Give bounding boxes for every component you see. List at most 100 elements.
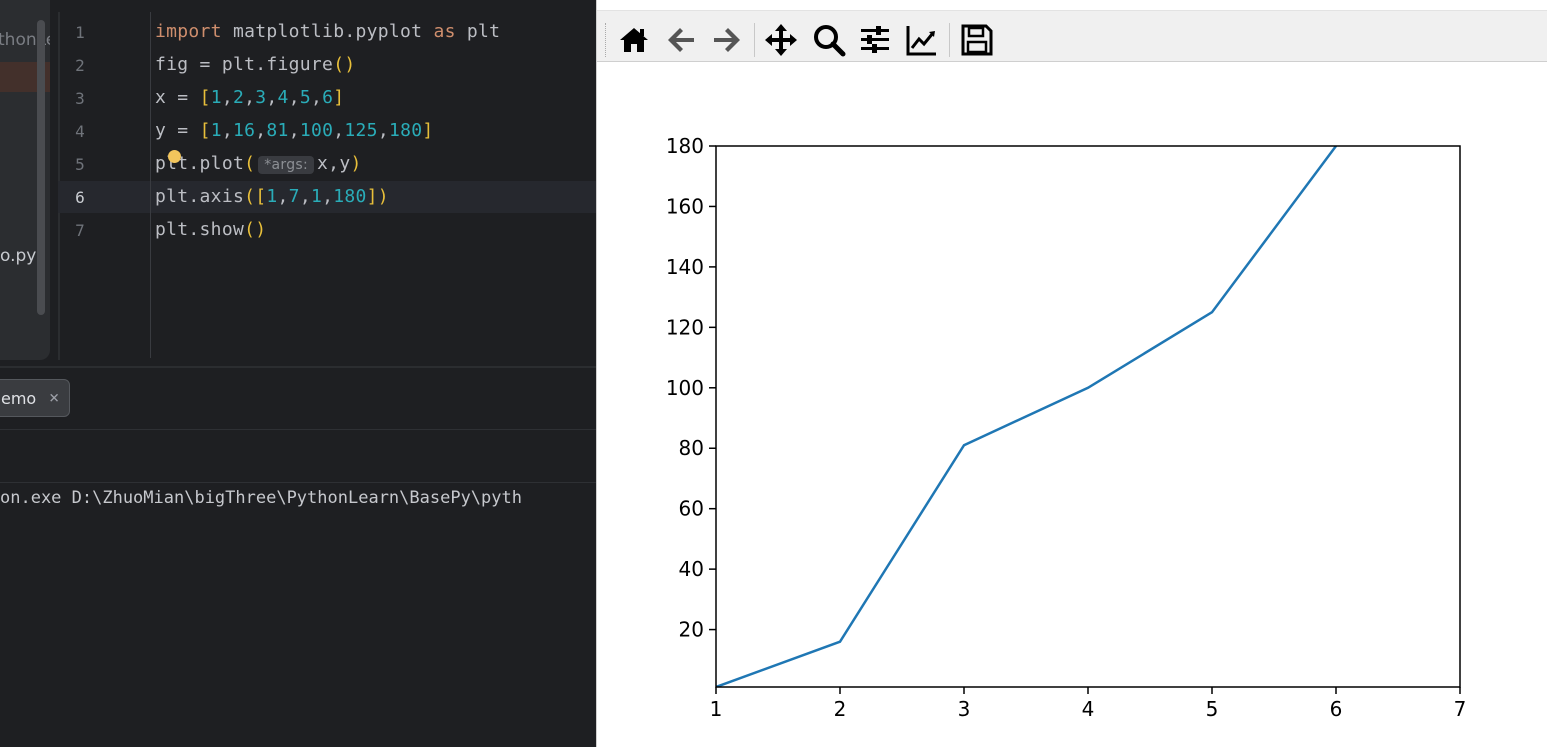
run-panel-divider — [0, 366, 596, 368]
code-token: , — [277, 186, 289, 207]
code-line[interactable]: import matplotlib.pyplot as plt — [155, 21, 500, 42]
line-number[interactable]: 5 — [60, 155, 100, 174]
code-line[interactable]: x = [1,2,3,4,5,6] — [155, 87, 344, 108]
zoom-icon[interactable] — [812, 23, 846, 57]
code-token: plt.axis — [155, 186, 245, 207]
code-token: 5 — [299, 87, 311, 108]
parameter-hint: *args: — [258, 156, 315, 174]
x-tick-label: 5 — [1206, 697, 1219, 721]
y-tick-label: 160 — [666, 194, 704, 218]
code-token: 3 — [255, 87, 267, 108]
code-line[interactable]: plt.axis([1,7,1,180]) — [155, 186, 389, 207]
y-tick-label: 40 — [679, 557, 704, 581]
y-tick-label: 120 — [666, 315, 704, 339]
code-token: 1 — [210, 87, 222, 108]
y-tick-label: 80 — [679, 436, 704, 460]
lightbulb-icon[interactable] — [168, 150, 181, 163]
close-icon[interactable]: × — [49, 388, 59, 408]
code-token: y = — [155, 120, 200, 141]
forward-icon[interactable] — [710, 23, 744, 57]
code-token: , — [221, 120, 233, 141]
axes-frame — [715, 145, 1461, 688]
line-number[interactable]: 1 — [60, 23, 100, 42]
x-tick-label: 2 — [834, 697, 847, 721]
code-line[interactable]: plt.plot(*args: x,y) — [155, 153, 362, 174]
x-tick-label: 6 — [1330, 697, 1343, 721]
y-tick-label: 60 — [679, 497, 704, 521]
code-token: () — [244, 219, 267, 240]
toolbar-grip[interactable] — [605, 23, 608, 57]
code-token: [ — [255, 186, 267, 207]
code-token: 100 — [299, 120, 334, 141]
divider — [0, 429, 596, 430]
y-tick-label: 20 — [679, 618, 704, 642]
code-token: ] — [366, 186, 378, 207]
series-line[interactable] — [716, 146, 1338, 687]
console-output: on.exe D:\ZhuoMian\bigThree\PythonLearn\… — [0, 488, 522, 508]
code-token: 1 — [310, 186, 323, 207]
code-token: , — [333, 120, 345, 141]
edit-axis-icon[interactable] — [905, 23, 939, 57]
code-token: 7 — [288, 186, 300, 207]
code-token: () — [333, 54, 356, 75]
y-tick-label: 140 — [666, 255, 704, 279]
divider — [0, 482, 596, 483]
code-token: 4 — [277, 87, 289, 108]
configure-subplots-icon[interactable] — [858, 23, 892, 57]
code-token: 1 — [266, 186, 278, 207]
save-icon[interactable] — [960, 23, 994, 57]
code-line[interactable]: plt.show() — [155, 219, 266, 240]
ide-pane: thonLe o.py 1234567import matplotlib.pyp… — [0, 0, 596, 747]
code-token: ] — [422, 120, 434, 141]
matplotlib-figure-window: 1 2 3 4 5 6 7 20 40 60 80 100 120 140 160 180 — [596, 0, 1547, 747]
code-token: , — [266, 87, 278, 108]
code-token: matplotlib.pyplot — [221, 21, 434, 42]
project-item[interactable]: o.py — [0, 246, 36, 266]
line-number[interactable]: 7 — [60, 221, 100, 240]
code-token: 180 — [333, 186, 367, 207]
code-token: , — [299, 186, 311, 207]
toolbar-separator — [754, 23, 755, 57]
y-tick-label: 180 — [666, 134, 704, 158]
code-token: 6 — [322, 87, 334, 108]
pan-icon[interactable] — [764, 23, 798, 57]
line-number[interactable]: 2 — [60, 56, 100, 75]
code-line[interactable]: y = [1,16,81,100,125,180] — [155, 120, 434, 141]
code-token: ) — [350, 153, 362, 174]
code-token: , — [288, 120, 300, 141]
x-tick-label: 4 — [1082, 697, 1095, 721]
code-token: plt — [455, 21, 501, 42]
navigation-toolbar — [597, 10, 1547, 62]
code-token: , — [310, 87, 323, 108]
back-icon[interactable] — [664, 23, 698, 57]
code-token: , — [322, 186, 334, 207]
run-tab-label: emo — [1, 389, 37, 408]
code-token: ( — [244, 186, 256, 207]
home-icon[interactable] — [617, 23, 651, 57]
line-chart[interactable]: 1 2 3 4 5 6 7 20 40 60 80 100 120 140 160 180 — [597, 60, 1547, 747]
code-token: , — [255, 120, 267, 141]
code-token: ] — [333, 87, 345, 108]
code-token: , — [221, 87, 233, 108]
line-number[interactable]: 3 — [60, 89, 100, 108]
project-scrollbar[interactable] — [37, 20, 45, 315]
code-token: 81 — [266, 120, 289, 141]
code-token: ( — [244, 153, 256, 174]
run-tab[interactable]: emo × — [0, 379, 70, 417]
project-panel: thonLe o.py — [0, 0, 50, 360]
line-number[interactable]: 4 — [60, 122, 100, 141]
line-number[interactable]: 6 — [60, 188, 100, 207]
code-token: ) — [377, 186, 389, 207]
code-token: plt.show — [155, 219, 245, 240]
x-tick-label: 3 — [958, 697, 971, 721]
code-token: [ — [199, 120, 211, 141]
toolbar-separator — [949, 23, 950, 57]
code-token: 180 — [388, 120, 423, 141]
code-token: 125 — [344, 120, 378, 141]
gutter-divider — [150, 12, 151, 358]
code-token: , — [244, 87, 256, 108]
y-tick-label: 100 — [666, 376, 704, 400]
code-token: as — [433, 21, 456, 42]
code-line[interactable]: fig = plt.figure() — [155, 54, 355, 75]
code-token: x = — [155, 87, 200, 108]
